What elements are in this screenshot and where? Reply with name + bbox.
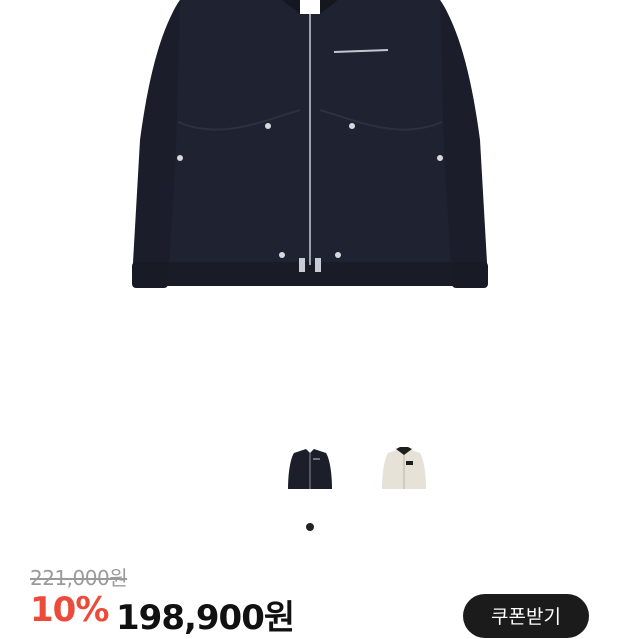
jacket-cream-thumbnail <box>382 447 426 489</box>
product-main-image[interactable] <box>0 0 620 420</box>
gallery-indicator-dot <box>306 523 314 531</box>
jacket-black-image <box>132 0 488 288</box>
thumbnail-black[interactable] <box>277 438 343 504</box>
thumbnail-strip <box>0 438 620 508</box>
coupon-button[interactable]: 쿠폰받기 <box>463 594 589 638</box>
sale-price: 198,900원 <box>116 598 295 638</box>
thumbnail-cream[interactable] <box>371 438 437 504</box>
original-price: 221,000원 <box>30 566 128 590</box>
jacket-black-thumbnail <box>288 449 332 489</box>
discount-rate: 10% <box>30 590 109 630</box>
